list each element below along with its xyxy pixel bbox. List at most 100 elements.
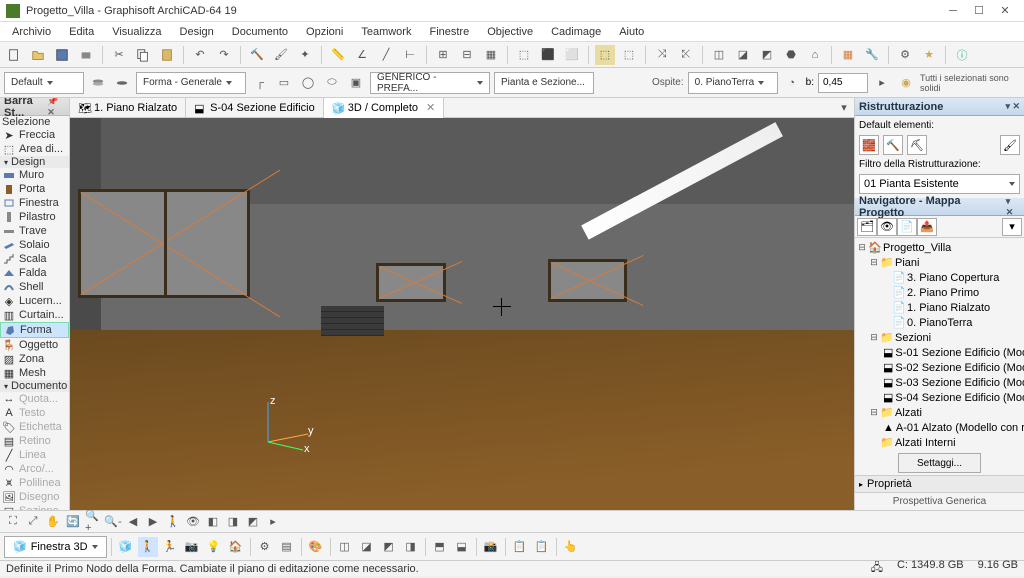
paste-icon[interactable] (157, 45, 177, 65)
tool-etichetta[interactable]: 🏷Etichetta (0, 420, 69, 434)
bt-run-icon[interactable]: 🏃 (160, 537, 180, 557)
redo-icon[interactable]: ↷ (214, 45, 234, 65)
bt-gear-icon[interactable]: ⚙ (255, 537, 275, 557)
tree-s02[interactable]: ⬓S-02 Sezione Edificio (Modello (857, 360, 1022, 375)
menu-opzioni[interactable]: Opzioni (298, 24, 351, 40)
tool-oggetto[interactable]: 🪑Oggetto (0, 338, 69, 352)
view2-icon[interactable]: ⬛ (538, 45, 558, 65)
vp-menu-icon[interactable]: ▸ (264, 513, 282, 531)
tool-shell[interactable]: Shell (0, 280, 69, 294)
tree-piani[interactable]: ⊟📁Piani (857, 255, 1022, 270)
tool-sezione[interactable]: ⬓Sezione (0, 504, 69, 510)
nav-pub-icon[interactable]: 📤 (917, 218, 937, 236)
tree-piano-3[interactable]: 📄3. Piano Copertura (857, 270, 1022, 285)
cut-icon[interactable]: ✂ (109, 45, 129, 65)
tool-pilastro[interactable]: Pilastro (0, 210, 69, 224)
bt-photo-icon[interactable]: 📸 (481, 537, 501, 557)
box4-icon[interactable]: ⬣ (781, 45, 801, 65)
tree-s03[interactable]: ⬓S-03 Sezione Edificio (Modello (857, 375, 1022, 390)
tool-trave[interactable]: Trave (0, 224, 69, 238)
close-icon[interactable]: ✕ (426, 101, 435, 114)
box2-icon[interactable]: ◪ (733, 45, 753, 65)
render2-icon[interactable]: ⬚ (619, 45, 639, 65)
tool-zona[interactable]: ▨Zona (0, 352, 69, 366)
tree-s01[interactable]: ⬓S-01 Sezione Edificio (Modello (857, 345, 1022, 360)
3d-viewport[interactable]: z y x (70, 118, 854, 510)
bt-box2-icon[interactable]: ◪ (357, 537, 377, 557)
tree-sezioni[interactable]: ⊟📁Sezioni (857, 330, 1022, 345)
attach-icon[interactable]: ⊢ (400, 45, 420, 65)
tab-piano-rialzato[interactable]: 🗺1. Piano Rialzato (70, 98, 186, 118)
render1-icon[interactable]: ⬚ (595, 45, 615, 65)
maximize-button[interactable]: ☐ (966, 2, 992, 20)
layer-icon[interactable] (88, 73, 108, 93)
tool-polilinea[interactable]: ⩙Polilinea (0, 476, 69, 490)
copy-icon[interactable] (133, 45, 153, 65)
shape4-icon[interactable]: ⬭ (322, 73, 342, 93)
vp-zoom-in-icon[interactable]: 🔍+ (84, 513, 102, 531)
box1-icon[interactable]: ◫ (709, 45, 729, 65)
view1-icon[interactable]: ⬚ (514, 45, 534, 65)
tree-alzati-interni[interactable]: 📁Alzati Interni (857, 435, 1022, 450)
menu-edita[interactable]: Edita (61, 24, 102, 40)
tool-linea[interactable]: ╱Linea (0, 448, 69, 462)
section-design[interactable]: ▾Design (0, 156, 69, 168)
bt-light-icon[interactable]: 💡 (204, 537, 224, 557)
tool-arco[interactable]: ◠Arco/... (0, 462, 69, 476)
bt-cube-icon[interactable]: 🧊 (116, 537, 136, 557)
tool-retino[interactable]: ▤Retino (0, 434, 69, 448)
tool-freccia[interactable]: ➤Freccia (0, 128, 69, 142)
tree-piano-0[interactable]: 📄0. PianoTerra (857, 315, 1022, 330)
new-file-icon[interactable] (4, 45, 24, 65)
tool-lucernario[interactable]: ◈Lucern... (0, 294, 69, 308)
menu-cadimage[interactable]: Cadimage (543, 24, 609, 40)
tree-piano-2[interactable]: 📄2. Piano Primo (857, 285, 1022, 300)
tool-falda[interactable]: Falda (0, 266, 69, 280)
wrench-icon[interactable]: 🔧 (862, 45, 882, 65)
vp-extents-icon[interactable]: ⤢ (24, 513, 42, 531)
minimize-button[interactable]: ─ (940, 2, 966, 20)
bt-copy-icon[interactable]: 📋 (510, 537, 530, 557)
angle-icon[interactable]: ∠ (352, 45, 372, 65)
generico-dropdown[interactable]: GENERICO - PREFA... (370, 72, 490, 94)
line-tool-icon[interactable]: ╱ (376, 45, 396, 65)
nav-view-icon[interactable]: 👁 (877, 218, 897, 236)
xfer1-icon[interactable]: ⤨ (652, 45, 672, 65)
finestra3d-tab[interactable]: 🧊Finestra 3D (4, 536, 107, 558)
print-icon[interactable] (76, 45, 96, 65)
tool-selezione[interactable]: Selezione (0, 116, 69, 128)
tool-muro[interactable]: Muro (0, 168, 69, 182)
tool-area[interactable]: ⬚Area di... (0, 142, 69, 156)
close-button[interactable]: ✕ (992, 2, 1018, 20)
ristr-header[interactable]: Ristrutturazione▾ ✕ (855, 98, 1024, 116)
menu-aiuto[interactable]: Aiuto (611, 24, 652, 40)
collapse-icon[interactable]: ▾ ✕ (1006, 196, 1020, 218)
box5-icon[interactable]: ⌂ (805, 45, 825, 65)
shape2-icon[interactable]: ▭ (274, 73, 294, 93)
angle-dial-icon[interactable]: ◔ (782, 73, 802, 93)
arrow-right-icon[interactable]: ▸ (872, 73, 892, 93)
hammer2-icon[interactable]: 🔨 (883, 135, 903, 155)
vp-walk-icon[interactable]: 🚶 (164, 513, 182, 531)
vp-orbit-icon[interactable]: 🔄 (64, 513, 82, 531)
tool-forma[interactable]: Forma (0, 322, 69, 338)
bt-home-icon[interactable]: 🏠 (226, 537, 246, 557)
bt-plane2-icon[interactable]: ⬓ (452, 537, 472, 557)
vp-pan-icon[interactable]: ✋ (44, 513, 62, 531)
menu-archivio[interactable]: Archivio (4, 24, 59, 40)
tool-porta[interactable]: Porta (0, 182, 69, 196)
bt-box1-icon[interactable]: ◫ (335, 537, 355, 557)
align2-icon[interactable]: ⊟ (457, 45, 477, 65)
brick-icon[interactable]: 🧱 (859, 135, 879, 155)
bt-box4-icon[interactable]: ◨ (401, 537, 421, 557)
hammer-icon[interactable]: 🔨 (247, 45, 267, 65)
bt-camera-icon[interactable]: 📷 (182, 537, 202, 557)
gear-icon[interactable]: ⚙ (895, 45, 915, 65)
pin-icon[interactable]: 📌 ✕ (47, 98, 65, 118)
demolish-icon[interactable]: ⛏ (907, 135, 927, 155)
shape3-icon[interactable]: ◯ (298, 73, 318, 93)
bt-paste-icon[interactable]: 📋 (532, 537, 552, 557)
pianta-dropdown[interactable]: Pianta e Sezione... (494, 72, 594, 94)
tool-mesh[interactable]: ▦Mesh (0, 366, 69, 380)
vp-misc1-icon[interactable]: ◧ (204, 513, 222, 531)
